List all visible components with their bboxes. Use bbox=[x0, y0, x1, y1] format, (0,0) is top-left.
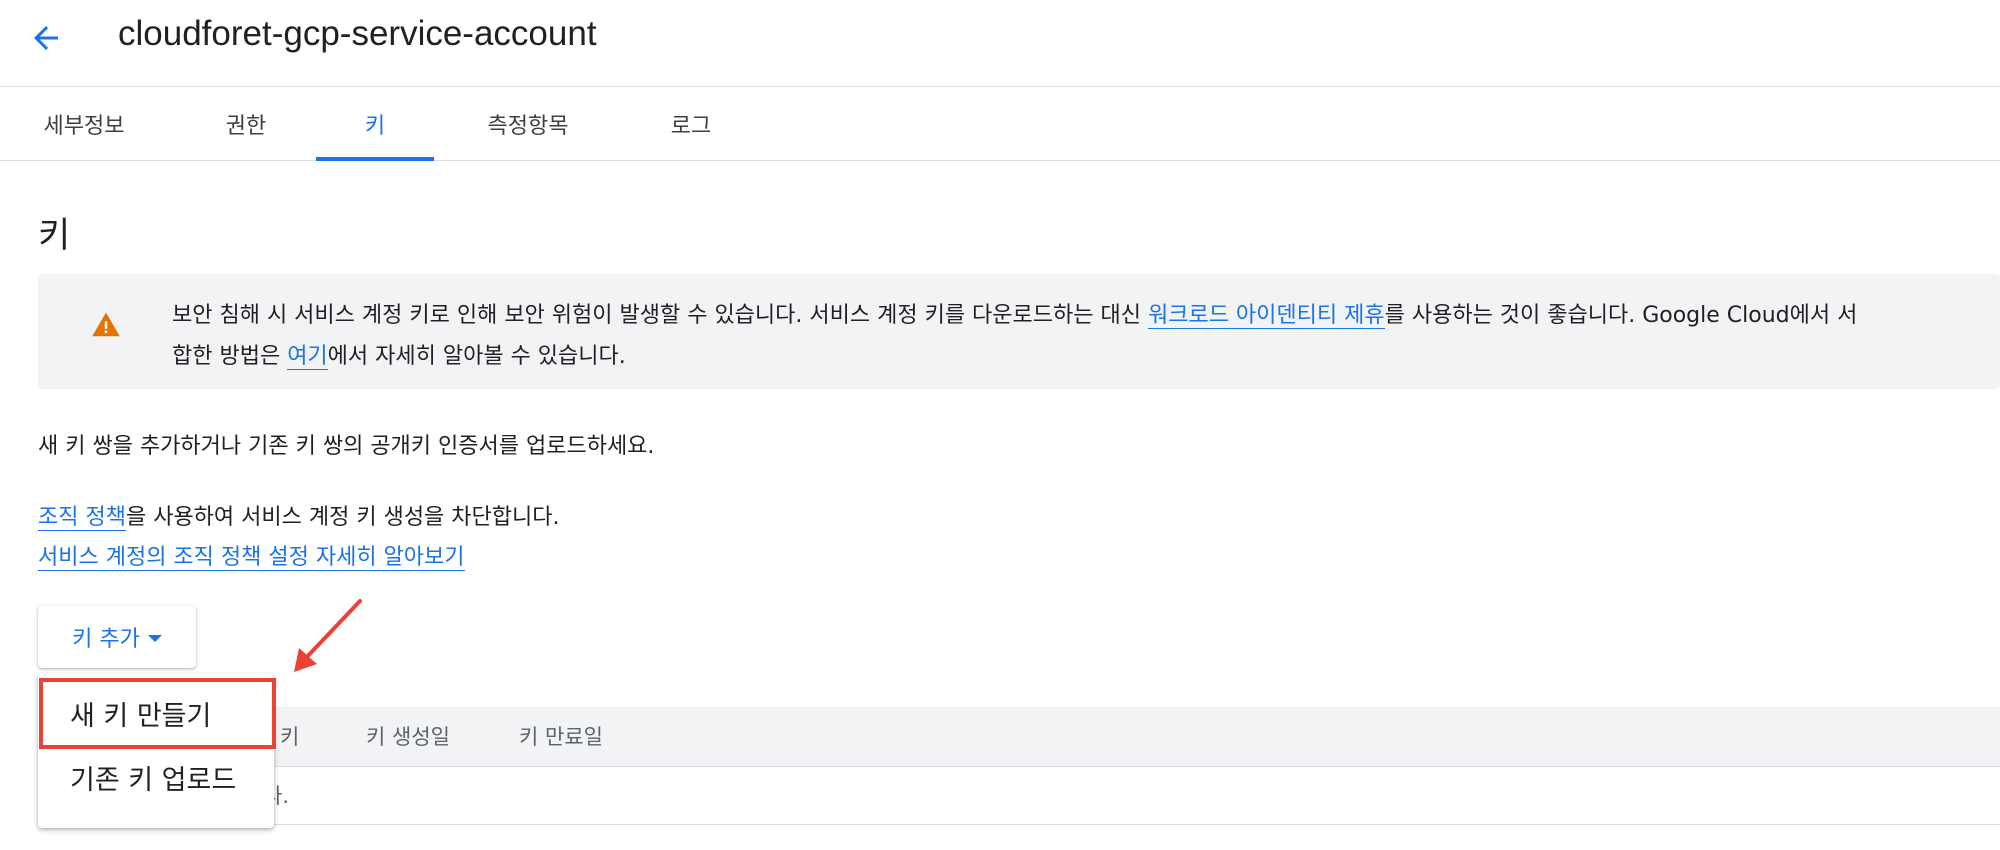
org-policy-description: 을 사용하여 서비스 계정 키 생성을 차단합니다. bbox=[125, 505, 560, 530]
warning-triangle-icon bbox=[92, 312, 120, 337]
caret-down-icon bbox=[147, 635, 162, 642]
tab-metrics[interactable]: 측정항목 bbox=[470, 88, 586, 160]
add-key-dropdown-menu: 새 키 만들기 기존 키 업로드 bbox=[38, 674, 274, 828]
learn-more-here-link[interactable]: 여기 bbox=[287, 344, 328, 370]
tab-permissions[interactable]: 권한 bbox=[210, 88, 282, 160]
column-header-expires[interactable]: 키 만료일 bbox=[519, 707, 603, 767]
warning-line-1: 보안 침해 시 서비스 계정 키로 인해 보안 위험이 발생할 수 있습니다. … bbox=[172, 295, 1857, 336]
add-key-label: 키 추가 bbox=[72, 627, 140, 652]
add-key-button[interactable]: 키 추가 bbox=[38, 606, 196, 668]
arrow-back-icon bbox=[34, 26, 58, 50]
table-empty-row: 다. bbox=[38, 767, 2000, 825]
back-button[interactable] bbox=[22, 18, 70, 58]
tab-details[interactable]: 세부정보 bbox=[38, 88, 130, 160]
red-arrow-annotation-icon bbox=[294, 599, 362, 672]
org-policy-learn-more-link[interactable]: 서비스 계정의 조직 정책 설정 자세히 알아보기 bbox=[38, 545, 465, 571]
intro-text: 새 키 쌍을 추가하거나 기존 키 쌍의 공개키 인증서를 업로드하세요. bbox=[38, 434, 655, 459]
menu-item-upload-existing-key[interactable]: 기존 키 업로드 bbox=[38, 745, 274, 809]
keys-table-header: 키 키 생성일 키 만료일 bbox=[38, 707, 2000, 767]
org-policy-text: 조직 정책을 사용하여 서비스 계정 키 생성을 차단합니다. bbox=[38, 499, 559, 531]
page-header: cloudforet-gcp-service-account bbox=[0, 0, 2000, 87]
warning-text-part: 를 사용하는 것이 좋습니다. Google Cloud에서 서 bbox=[1384, 303, 1858, 328]
warning-text-part: 합한 방법은 bbox=[172, 344, 288, 369]
menu-item-create-new-key[interactable]: 새 키 만들기 bbox=[38, 681, 274, 745]
warning-text-part: 에서 자세히 알아볼 수 있습니다. bbox=[327, 344, 626, 369]
warning-text-part: 보안 침해 시 서비스 계정 키로 인해 보안 위험이 발생할 수 있습니다. … bbox=[172, 303, 1148, 328]
tab-logs[interactable]: 로그 bbox=[646, 88, 736, 160]
tab-keys[interactable]: 키 bbox=[316, 88, 434, 161]
tab-bar: 세부정보 권한 키 측정항목 로그 bbox=[0, 88, 2000, 161]
column-header-key[interactable]: 키 bbox=[280, 707, 299, 767]
page-title: cloudforet-gcp-service-account bbox=[118, 14, 597, 53]
workload-identity-federation-link[interactable]: 워크로드 아이덴티티 제휴 bbox=[1147, 303, 1385, 329]
column-header-created[interactable]: 키 생성일 bbox=[366, 707, 450, 767]
security-warning-banner: 보안 침해 시 서비스 계정 키로 인해 보안 위험이 발생할 수 있습니다. … bbox=[38, 274, 2000, 389]
org-policy-learn-more: 서비스 계정의 조직 정책 설정 자세히 알아보기 bbox=[38, 539, 465, 571]
section-title: 키 bbox=[38, 216, 71, 256]
warning-text: 보안 침해 시 서비스 계정 키로 인해 보안 위험이 발생할 수 있습니다. … bbox=[172, 295, 1857, 377]
org-policy-link[interactable]: 조직 정책 bbox=[38, 505, 126, 531]
warning-line-2: 합한 방법은 여기에서 자세히 알아볼 수 있습니다. bbox=[172, 336, 1857, 377]
